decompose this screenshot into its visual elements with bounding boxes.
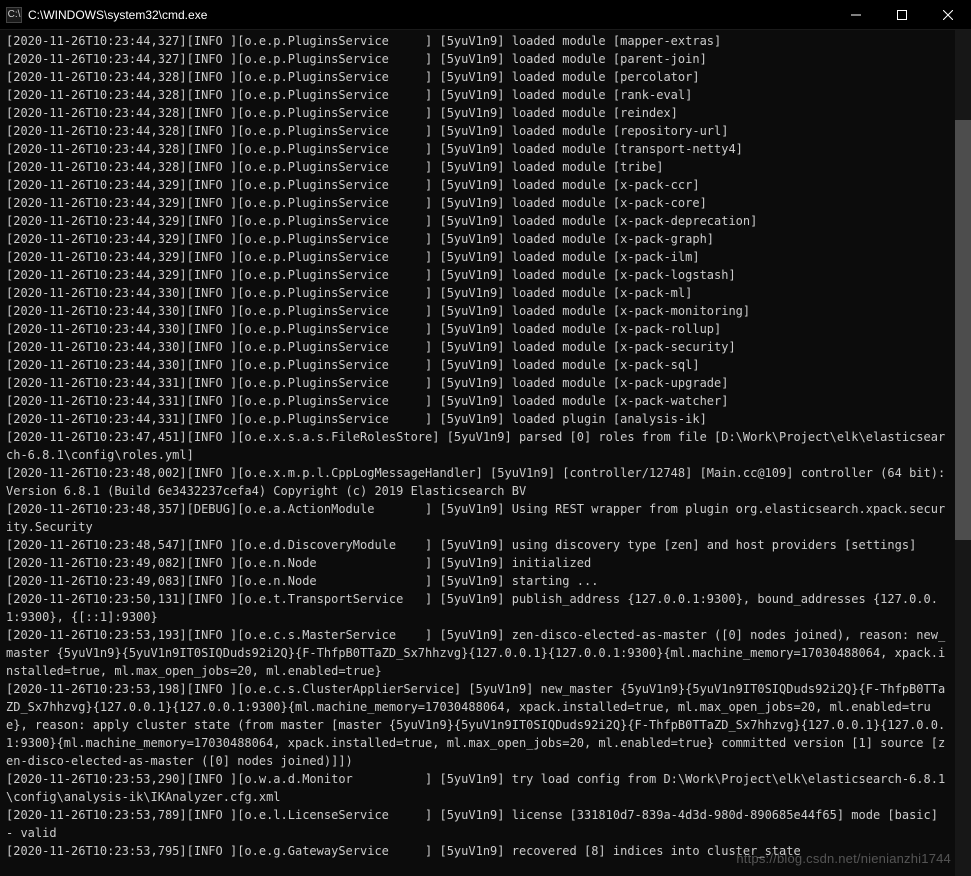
log-line: [2020-11-26T10:23:44,329][INFO ][o.e.p.P… [6,230,951,248]
log-line: [2020-11-26T10:23:44,328][INFO ][o.e.p.P… [6,68,951,86]
log-line: [2020-11-26T10:23:44,330][INFO ][o.e.p.P… [6,284,951,302]
log-line: [2020-11-26T10:23:48,357][DEBUG][o.e.a.A… [6,500,951,536]
log-line: [2020-11-26T10:23:44,331][INFO ][o.e.p.P… [6,374,951,392]
log-line: [2020-11-26T10:23:44,329][INFO ][o.e.p.P… [6,248,951,266]
window-controls [833,0,971,30]
log-line: [2020-11-26T10:23:53,795][INFO ][o.e.g.G… [6,842,951,860]
log-line: [2020-11-26T10:23:44,330][INFO ][o.e.p.P… [6,338,951,356]
log-line: [2020-11-26T10:23:44,328][INFO ][o.e.p.P… [6,158,951,176]
log-line: [2020-11-26T10:23:44,330][INFO ][o.e.p.P… [6,320,951,338]
log-line: [2020-11-26T10:23:48,002][INFO ][o.e.x.m… [6,464,951,500]
log-line: [2020-11-26T10:23:47,451][INFO ][o.e.x.s… [6,428,951,464]
scrollbar-thumb[interactable] [955,120,971,540]
log-line: [2020-11-26T10:23:44,328][INFO ][o.e.p.P… [6,122,951,140]
cmd-icon: C:\ [6,7,22,23]
log-line: [2020-11-26T10:23:53,198][INFO ][o.e.c.s… [6,680,951,770]
log-line: [2020-11-26T10:23:44,330][INFO ][o.e.p.P… [6,356,951,374]
log-line: [2020-11-26T10:23:44,327][INFO ][o.e.p.P… [6,32,951,50]
log-line: [2020-11-26T10:23:53,789][INFO ][o.e.l.L… [6,806,951,842]
log-line: [2020-11-26T10:23:48,547][INFO ][o.e.d.D… [6,536,951,554]
vertical-scrollbar[interactable] [955,30,971,876]
log-line: [2020-11-26T10:23:44,327][INFO ][o.e.p.P… [6,50,951,68]
log-line: [2020-11-26T10:23:44,328][INFO ][o.e.p.P… [6,104,951,122]
minimize-button[interactable] [833,0,879,30]
log-line: [2020-11-26T10:23:44,331][INFO ][o.e.p.P… [6,410,951,428]
log-line: [2020-11-26T10:23:44,329][INFO ][o.e.p.P… [6,266,951,284]
window-titlebar: C:\ C:\WINDOWS\system32\cmd.exe [0,0,971,30]
log-line: [2020-11-26T10:23:44,330][INFO ][o.e.p.P… [6,302,951,320]
close-button[interactable] [925,0,971,30]
log-line: [2020-11-26T10:23:49,083][INFO ][o.e.n.N… [6,572,951,590]
log-line: [2020-11-26T10:23:44,329][INFO ][o.e.p.P… [6,194,951,212]
log-line: [2020-11-26T10:23:44,331][INFO ][o.e.p.P… [6,392,951,410]
log-output: [2020-11-26T10:23:44,327][INFO ][o.e.p.P… [0,30,955,862]
log-line: [2020-11-26T10:23:53,290][INFO ][o.w.a.d… [6,770,951,806]
terminal-area[interactable]: [2020-11-26T10:23:44,327][INFO ][o.e.p.P… [0,30,971,876]
log-line: [2020-11-26T10:23:44,329][INFO ][o.e.p.P… [6,176,951,194]
log-line: [2020-11-26T10:23:53,193][INFO ][o.e.c.s… [6,626,951,680]
maximize-button[interactable] [879,0,925,30]
log-line: [2020-11-26T10:23:49,082][INFO ][o.e.n.N… [6,554,951,572]
log-line: [2020-11-26T10:23:44,328][INFO ][o.e.p.P… [6,86,951,104]
log-line: [2020-11-26T10:23:44,328][INFO ][o.e.p.P… [6,140,951,158]
log-line: [2020-11-26T10:23:44,329][INFO ][o.e.p.P… [6,212,951,230]
window-title: C:\WINDOWS\system32\cmd.exe [28,8,833,22]
log-line: [2020-11-26T10:23:50,131][INFO ][o.e.t.T… [6,590,951,626]
